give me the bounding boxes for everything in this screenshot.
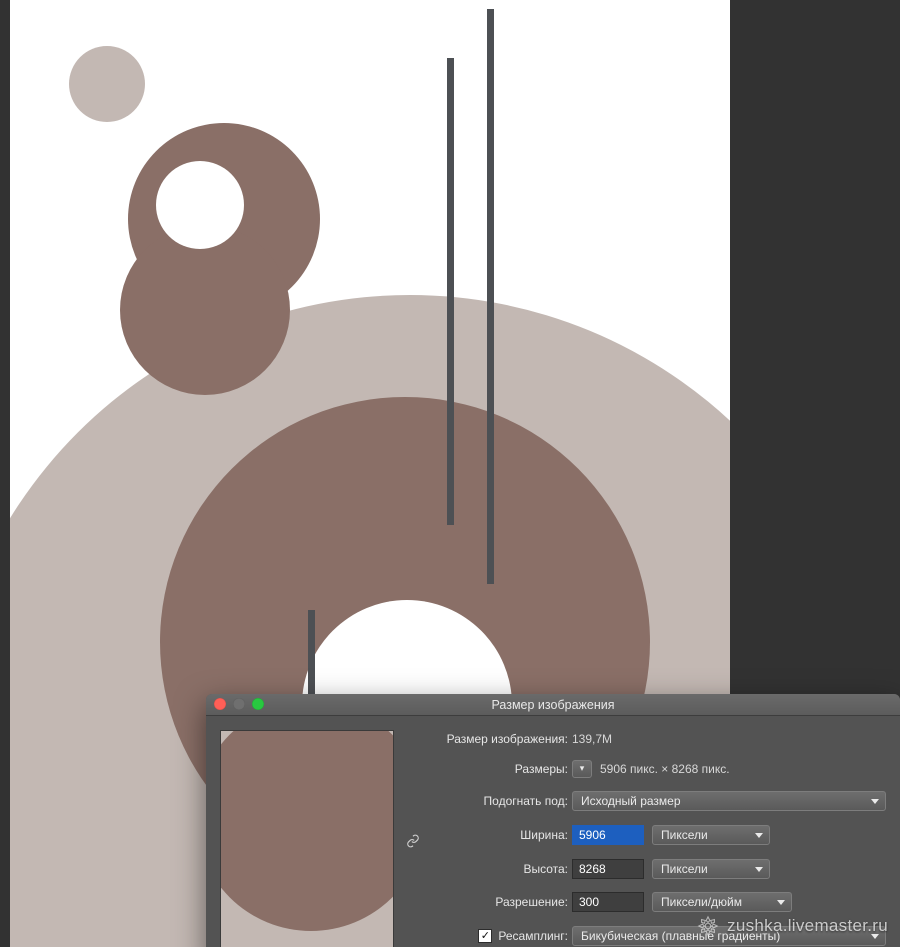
width-input[interactable] xyxy=(572,825,644,845)
dimensions-label: Размеры: xyxy=(412,762,572,776)
image-size-value-row: 139,7M xyxy=(572,732,886,746)
resample-label-cell: ✓ Ресамплинг: xyxy=(412,929,572,943)
resample-checkbox[interactable]: ✓ xyxy=(478,929,492,943)
resample-label: Ресамплинг: xyxy=(498,929,568,943)
height-input[interactable] xyxy=(572,859,644,879)
fit-to-value: Исходный размер xyxy=(581,794,681,808)
photoshop-workspace: Размер изображения Размер изображения: 1… xyxy=(0,0,900,947)
width-row: Пиксели xyxy=(572,825,886,845)
resample-select[interactable]: Бикубическая (плавные градиенты) xyxy=(572,926,886,946)
height-row: Пиксели xyxy=(572,859,886,879)
resample-value: Бикубическая (плавные градиенты) xyxy=(581,929,780,943)
fit-to-label: Подогнать под: xyxy=(412,794,572,808)
dimensions-value: 5906 пикс. × 8268 пикс. xyxy=(600,762,730,776)
height-label: Высота: xyxy=(412,862,572,876)
dialog-titlebar[interactable]: Размер изображения xyxy=(206,694,900,716)
width-label-cell: Ширина: xyxy=(412,828,572,842)
dialog-title: Размер изображения xyxy=(206,694,900,716)
image-preview[interactable] xyxy=(220,730,394,947)
resolution-unit-select[interactable]: Пиксели/дюйм xyxy=(652,892,792,912)
image-size-form: Размер изображения: 139,7M Размеры: ▾ 59… xyxy=(412,730,900,947)
dimensions-unit-toggle[interactable]: ▾ xyxy=(572,760,592,778)
image-size-value: 139,7M xyxy=(572,732,612,746)
resolution-input[interactable] xyxy=(572,892,644,912)
resolution-row: Пиксели/дюйм xyxy=(572,892,886,912)
chevron-down-icon: ▾ xyxy=(580,764,585,773)
image-size-dialog: Размер изображения Размер изображения: 1… xyxy=(206,694,900,947)
image-size-label: Размер изображения: xyxy=(412,732,572,746)
dialog-body: Размер изображения: 139,7M Размеры: ▾ 59… xyxy=(206,716,900,947)
height-unit-select[interactable]: Пиксели xyxy=(652,859,770,879)
height-unit: Пиксели xyxy=(661,862,708,876)
width-unit-select[interactable]: Пиксели xyxy=(652,825,770,845)
fit-to-row: Исходный размер xyxy=(572,791,886,811)
resample-row: Бикубическая (плавные градиенты) xyxy=(572,926,886,946)
dimensions-row: ▾ 5906 пикс. × 8268 пикс. xyxy=(572,760,886,778)
resolution-label: Разрешение: xyxy=(412,895,572,909)
width-unit: Пиксели xyxy=(661,828,708,842)
fit-to-select[interactable]: Исходный размер xyxy=(572,791,886,811)
resolution-unit: Пиксели/дюйм xyxy=(661,895,742,909)
constrain-link-icon[interactable] xyxy=(406,834,420,851)
